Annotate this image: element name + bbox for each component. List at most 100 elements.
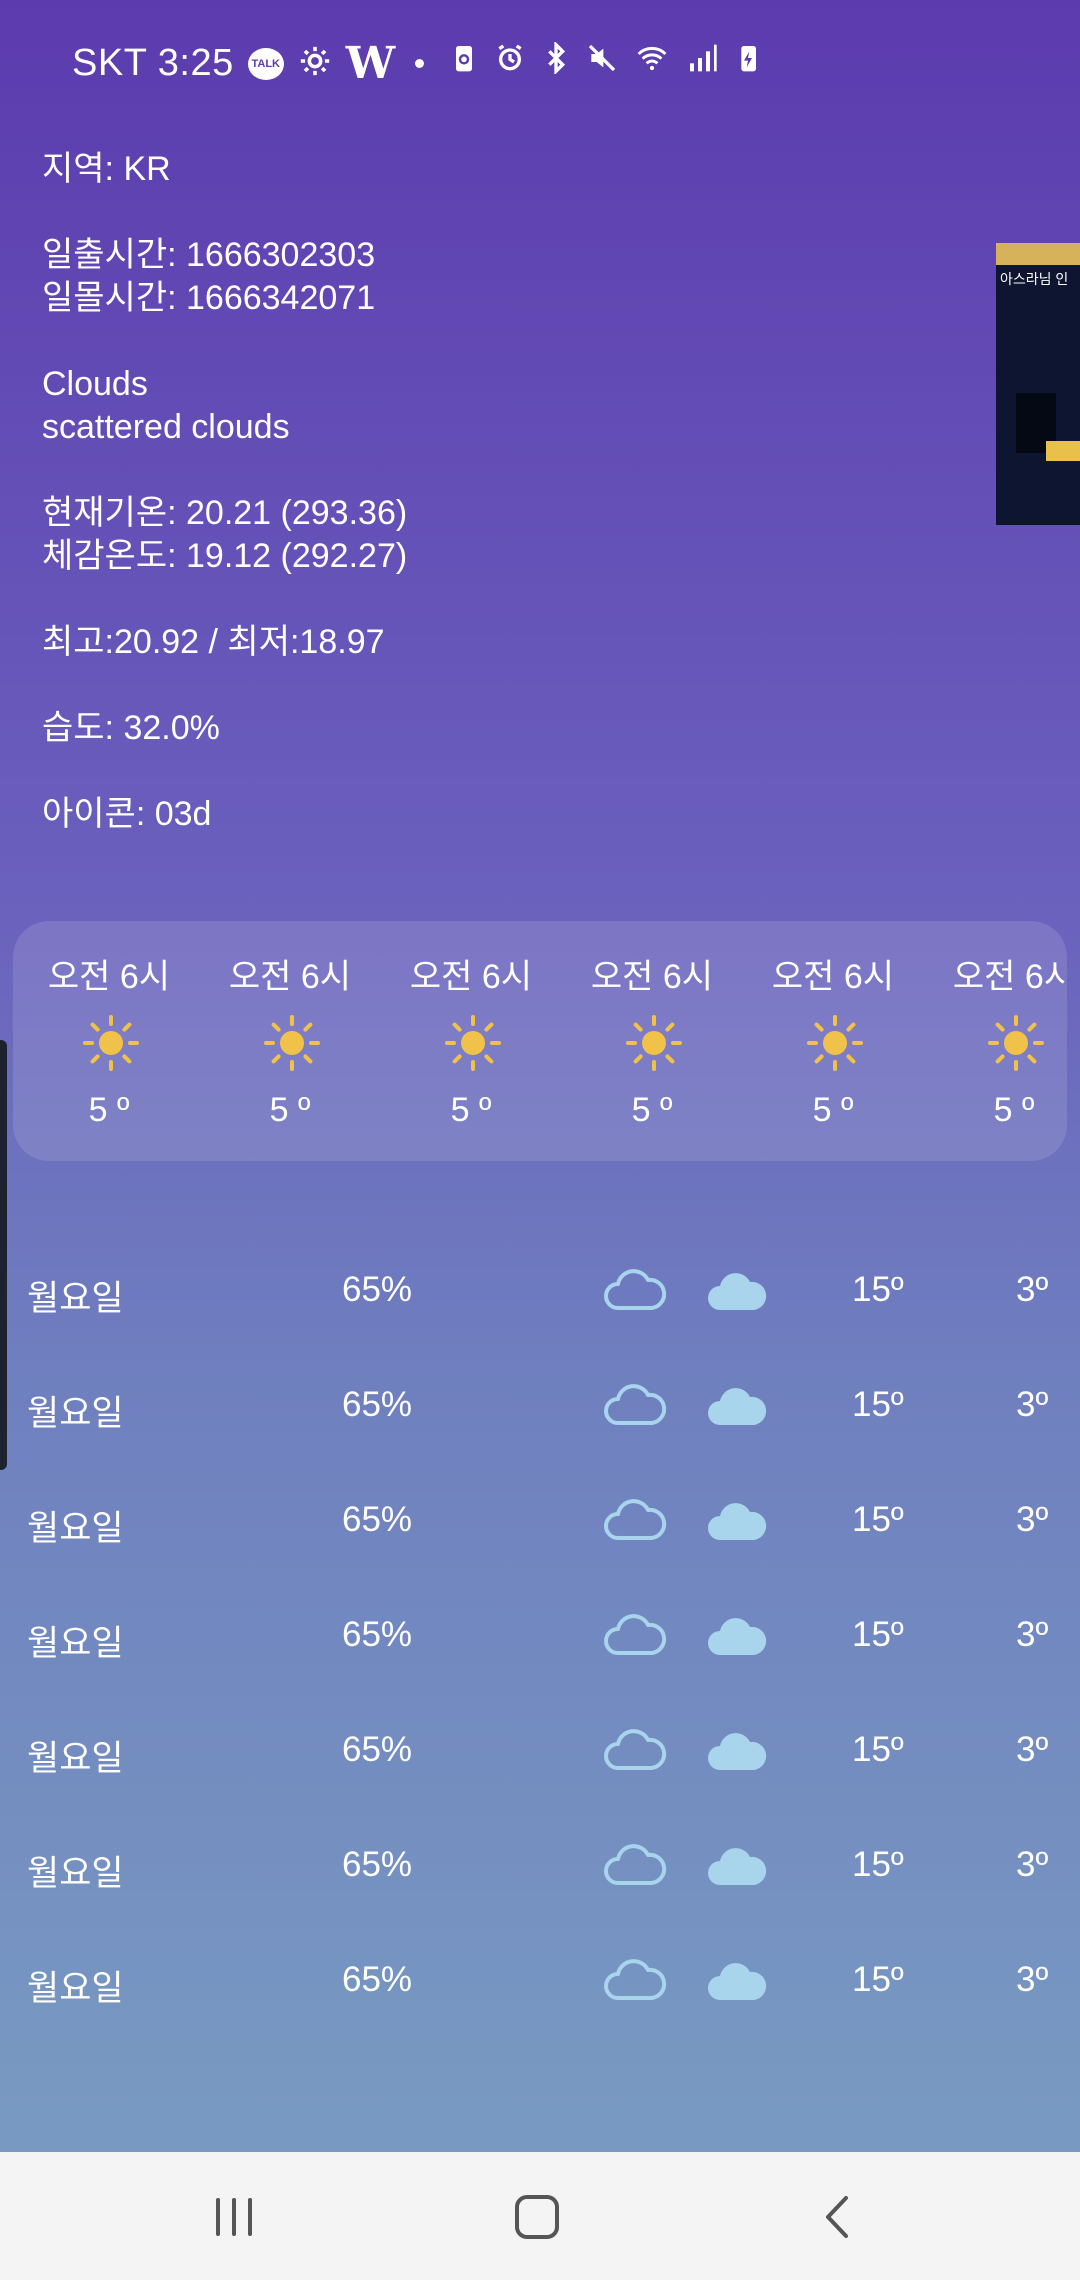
weather-info: 지역: KR 일출시간: 1666302303 일몰시간: 1666342071… — [42, 148, 407, 836]
daily-day: 월요일 — [27, 1509, 124, 1548]
daily-row[interactable]: 월요일 65% 15º 3º — [0, 1375, 1080, 1445]
daily-day: 월요일 — [27, 1969, 124, 2008]
navigation-bar — [0, 2152, 1080, 2280]
daily-humidity: 65% — [342, 1615, 413, 1654]
daily-day: 월요일 — [27, 1394, 124, 1433]
daily-low: 3º — [1016, 1385, 1049, 1424]
humidity-text: 습도: 32.0% — [42, 709, 220, 747]
cloud-outline-icon — [604, 1269, 667, 1310]
condition-text: Clouds — [42, 365, 148, 403]
cloud-outline-icon — [604, 1614, 667, 1655]
floating-video-thumbnail[interactable]: 아스라님 인 — [996, 243, 1080, 525]
daily-humidity: 65% — [342, 1845, 413, 1884]
hourly-time: 오전 6시 — [590, 958, 714, 996]
cloud-filled-icon — [708, 1503, 767, 1540]
sun-icon — [988, 1015, 1044, 1071]
sun-icon — [445, 1015, 501, 1071]
talk-icon: TALK — [247, 47, 284, 80]
sunset-text: 일몰시간: 1666342071 — [42, 279, 376, 317]
description-text: scattered clouds — [42, 408, 290, 446]
daily-humidity: 65% — [342, 1730, 413, 1769]
daily-humidity: 65% — [342, 1385, 413, 1424]
daily-row[interactable]: 월요일 65% 15º 3º — [0, 1605, 1080, 1675]
status-right — [448, 42, 764, 74]
hourly-time: 오전 6시 — [47, 958, 171, 996]
cloud-outline-icon — [604, 1959, 667, 2000]
hourly-temp: 5 º — [269, 1091, 311, 1129]
daily-day: 월요일 — [27, 1279, 124, 1318]
cloud-outline-icon — [604, 1384, 667, 1425]
daily-high: 15º — [852, 1270, 904, 1309]
dot-icon — [415, 59, 425, 68]
daily-high: 15º — [852, 1845, 904, 1884]
cloud-filled-icon — [708, 1733, 767, 1770]
daily-humidity: 65% — [342, 1960, 413, 1999]
back-icon[interactable] — [810, 2192, 870, 2242]
sun-icon — [626, 1015, 682, 1071]
daily-low: 3º — [1016, 1500, 1049, 1539]
status-bar: SKT 3:25 TALK W — [0, 0, 1080, 130]
daily-row[interactable]: 월요일 65% 15º 3º — [0, 1835, 1080, 1905]
hourly-time: 오전 6시 — [952, 958, 1067, 996]
cloud-filled-icon — [708, 1618, 767, 1655]
cloud-filled-icon — [708, 1963, 767, 2000]
daily-high: 15º — [852, 1960, 904, 1999]
battery-charging-icon — [741, 46, 756, 72]
home-icon[interactable] — [507, 2192, 567, 2242]
feels-like-text: 체감온도: 19.12 (292.27) — [42, 537, 408, 575]
daily-day: 월요일 — [27, 1624, 124, 1663]
battery-saver-icon — [456, 46, 472, 72]
daily-humidity: 65% — [342, 1270, 413, 1309]
mute-icon — [588, 44, 616, 72]
hourly-temp: 5 º — [450, 1091, 492, 1129]
cloud-filled-icon — [708, 1848, 767, 1885]
daily-day: 월요일 — [27, 1739, 124, 1778]
w-icon: W — [345, 38, 396, 89]
cloud-outline-icon — [604, 1499, 667, 1540]
cloud-filled-icon — [708, 1273, 767, 1310]
daily-high: 15º — [852, 1500, 904, 1539]
region-text: 지역: KR — [42, 150, 171, 188]
daily-low: 3º — [1016, 1960, 1049, 1999]
daily-humidity: 65% — [342, 1500, 413, 1539]
hourly-time: 오전 6시 — [771, 958, 895, 996]
thumbnail-text: 아스라님 인 — [1000, 271, 1069, 287]
daily-row[interactable]: 월요일 65% 15º 3º — [0, 1260, 1080, 1330]
daily-low: 3º — [1016, 1270, 1049, 1309]
sunrise-text: 일출시간: 1666302303 — [42, 236, 376, 274]
daily-low: 3º — [1016, 1845, 1049, 1884]
wifi-icon — [637, 47, 667, 71]
daily-day: 월요일 — [27, 1854, 124, 1893]
cloud-outline-icon — [604, 1729, 667, 1770]
icon-code-text: 아이콘: 03d — [42, 795, 212, 833]
sun-icon — [807, 1015, 863, 1071]
daily-row[interactable]: 월요일 65% 15º 3º — [0, 1490, 1080, 1560]
daily-high: 15º — [852, 1385, 904, 1424]
daily-row[interactable]: 월요일 65% 15º 3º — [0, 1720, 1080, 1790]
thumbnail-caption-bar — [1046, 441, 1080, 461]
recent-apps-icon[interactable] — [204, 2192, 264, 2242]
daily-low: 3º — [1016, 1615, 1049, 1654]
daily-row[interactable]: 월요일 65% 15º 3º — [0, 1950, 1080, 2020]
bluetooth-icon — [548, 42, 566, 74]
alarm-icon — [498, 44, 522, 71]
daily-high: 15º — [852, 1615, 904, 1654]
settings-icon — [298, 44, 332, 83]
carrier-time: SKT 3:25 — [72, 42, 234, 84]
daily-low: 3º — [1016, 1730, 1049, 1769]
hourly-time: 오전 6시 — [409, 958, 533, 996]
hourly-temp: 5 º — [88, 1091, 130, 1129]
cloud-filled-icon — [708, 1388, 767, 1425]
signal-icon — [690, 44, 717, 72]
hourly-temp: 5 º — [812, 1091, 854, 1129]
daily-high: 15º — [852, 1730, 904, 1769]
current-temp-text: 현재기온: 20.21 (293.36) — [42, 494, 408, 532]
sun-icon — [264, 1015, 320, 1071]
hourly-temp: 5 º — [631, 1091, 673, 1129]
thumbnail-banner — [996, 243, 1080, 265]
high-low-text: 최고:20.92 / 최저:18.97 — [42, 623, 385, 661]
hourly-forecast[interactable]: 오전 6시 5 º 오전 6시 5 º 오전 6시 5 º 오전 6시 5 º … — [13, 921, 1067, 1161]
hourly-temp: 5 º — [993, 1091, 1035, 1129]
hourly-time: 오전 6시 — [228, 958, 352, 996]
status-left: SKT 3:25 TALK W — [72, 38, 425, 89]
